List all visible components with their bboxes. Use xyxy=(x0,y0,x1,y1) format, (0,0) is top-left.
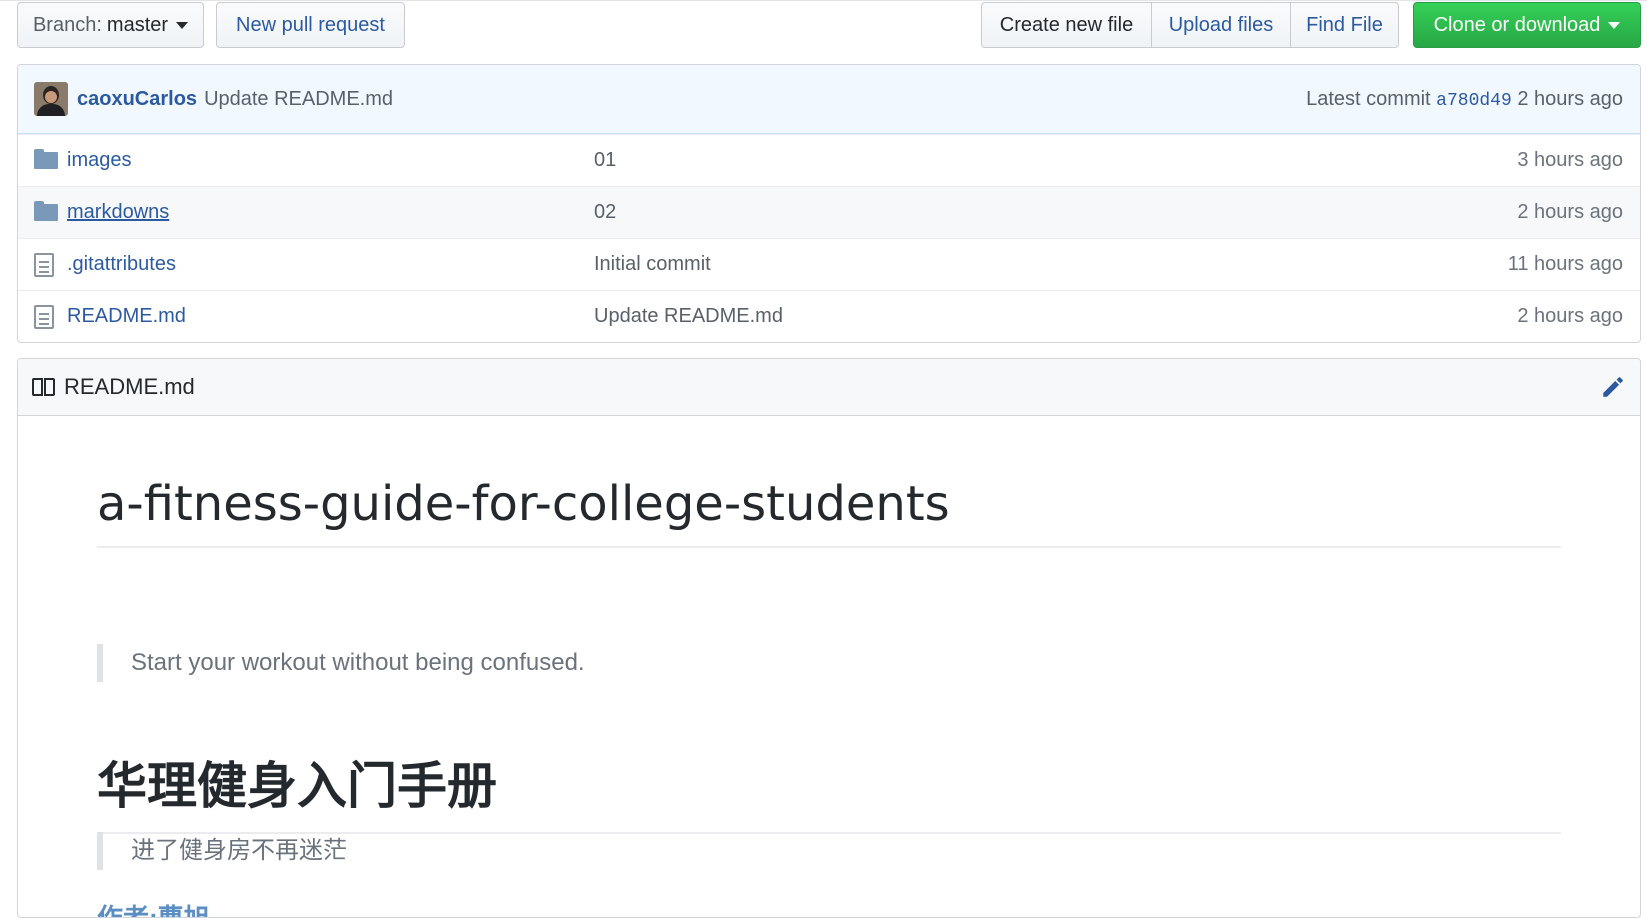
file-name-link[interactable]: README.md xyxy=(67,305,186,328)
folder-icon xyxy=(34,201,58,221)
readme-quote-zh: 进了健身房不再迷茫 xyxy=(97,832,347,870)
book-icon xyxy=(32,378,56,396)
readme-header: README.md xyxy=(18,359,1640,416)
file-icon xyxy=(34,253,54,277)
table-row: markdowns 02 2 hours ago xyxy=(18,186,1640,238)
upload-files-button[interactable]: Upload files xyxy=(1151,2,1291,48)
branch-value: master xyxy=(106,13,169,36)
file-name-link[interactable]: .gitattributes xyxy=(67,253,176,276)
table-row: images 01 3 hours ago xyxy=(18,134,1640,186)
create-new-file-button[interactable]: Create new file xyxy=(981,2,1152,48)
file-commit-message[interactable]: 01 xyxy=(594,149,616,172)
chevron-down-icon xyxy=(1608,21,1621,29)
branch-label: Branch: xyxy=(32,13,102,36)
file-icon xyxy=(34,305,54,329)
folder-icon xyxy=(34,149,58,169)
file-name-link[interactable]: images xyxy=(67,149,131,172)
latest-commit-bar: caoxuCarlos Update README.md Latest comm… xyxy=(18,65,1640,134)
readme-title-en: a-fitness-guide-for-college-students xyxy=(97,476,1561,548)
latest-commit-info: Latest commit a780d49 2 hours ago xyxy=(1306,88,1623,111)
table-row: README.md Update README.md 2 hours ago xyxy=(18,290,1640,342)
pencil-icon[interactable] xyxy=(1600,374,1626,400)
find-file-button[interactable]: Find File xyxy=(1290,2,1399,48)
commit-author-link[interactable]: caoxuCarlos xyxy=(77,88,197,111)
file-name-link[interactable]: markdowns xyxy=(67,201,169,224)
commit-time: 2 hours ago xyxy=(1517,87,1623,110)
file-commit-message[interactable]: 02 xyxy=(594,201,616,224)
avatar[interactable] xyxy=(34,82,68,116)
readme-panel: README.md a-fitness-guide-for-college-st… xyxy=(17,358,1641,918)
clone-download-label: Clone or download xyxy=(1433,13,1601,36)
file-actions-group: Create new file Upload files Find File xyxy=(981,2,1399,48)
branch-select-button[interactable]: Branch: master xyxy=(17,2,204,48)
file-commit-message[interactable]: Update README.md xyxy=(594,305,783,328)
chevron-down-icon xyxy=(176,21,189,29)
file-age: 11 hours ago xyxy=(1507,253,1623,275)
file-age: 2 hours ago xyxy=(1517,201,1623,223)
table-row: .gitattributes Initial commit 11 hours a… xyxy=(18,238,1640,290)
file-age: 3 hours ago xyxy=(1517,149,1623,171)
readme-filename: README.md xyxy=(64,374,195,399)
file-navigation-table: caoxuCarlos Update README.md Latest comm… xyxy=(17,64,1641,343)
readme-quote-en: Start your workout without being confuse… xyxy=(97,644,585,682)
file-age: 2 hours ago xyxy=(1517,305,1623,327)
commit-message-link[interactable]: Update README.md xyxy=(204,88,393,111)
clone-download-button[interactable]: Clone or download xyxy=(1413,2,1641,48)
top-divider xyxy=(0,0,1647,1)
new-pull-request-button[interactable]: New pull request xyxy=(216,2,405,48)
latest-commit-label: Latest commit xyxy=(1306,87,1431,110)
readme-title-zh: 华理健身入门手册 xyxy=(97,746,1561,834)
readme-author: 作者:曹旭 xyxy=(97,903,210,918)
file-commit-message[interactable]: Initial commit xyxy=(594,253,711,276)
commit-sha-link[interactable]: a780d49 xyxy=(1436,91,1512,111)
